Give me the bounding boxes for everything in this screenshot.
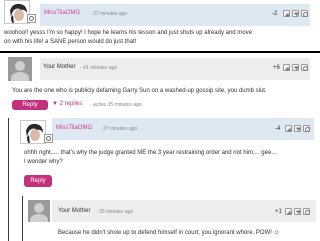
divider xyxy=(0,51,320,53)
comment-timestamp: · 41 minutes ago xyxy=(80,65,118,71)
flag-icon[interactable] xyxy=(301,64,308,71)
reply-button[interactable]: Reply xyxy=(24,175,52,187)
comment-score: -2 xyxy=(272,11,278,17)
reply-button[interactable]: Reply xyxy=(12,100,48,110)
comment-author[interactable]: Your Mother xyxy=(58,208,90,214)
thread-activity: · active 35 minutes ago xyxy=(90,102,142,108)
thread-line xyxy=(22,196,23,241)
comment-author[interactable]: MissTilaOMG xyxy=(44,10,80,16)
flag-icon[interactable] xyxy=(303,208,310,215)
comment-timestamp: · 35 minutes ago xyxy=(96,209,134,215)
comment-body: ohhh right..... that's why the judge gra… xyxy=(24,150,277,165)
comment-author[interactable]: MissTilaOMG xyxy=(56,125,92,131)
thumbs-up-icon[interactable] xyxy=(283,10,290,17)
replies-toggle-link[interactable]: ▼ 2 replies xyxy=(52,101,82,107)
avatar[interactable] xyxy=(8,57,32,81)
flag-icon[interactable] xyxy=(301,10,308,17)
thumbs-down-icon[interactable] xyxy=(294,208,301,215)
comment-body: Because he didn't show up to defend hims… xyxy=(58,230,280,236)
thumbs-up-icon[interactable] xyxy=(285,208,292,215)
comment-3-icon-badge xyxy=(44,134,53,143)
thumbs-down-icon[interactable] xyxy=(292,10,299,17)
comment-header xyxy=(40,4,310,26)
thread-line xyxy=(8,118,9,241)
thumbs-up-icon[interactable] xyxy=(283,64,290,71)
comment-author[interactable]: Your Mother xyxy=(43,64,75,70)
comment-body: You are the one who is publicly defaming… xyxy=(12,88,267,94)
comment-timestamp: · 37 minutes ago xyxy=(100,126,138,132)
thumbs-down-icon[interactable] xyxy=(294,125,301,132)
comment-1-icon-badge xyxy=(27,14,36,23)
comment-score: +6 xyxy=(273,65,280,71)
flag-icon[interactable] xyxy=(303,125,310,132)
comment-score: +1 xyxy=(275,209,282,215)
avatar[interactable] xyxy=(20,120,46,144)
comment-body: woohoo!! yesss I'm so happy! I hope he l… xyxy=(4,30,252,45)
comment-score: -4 xyxy=(275,126,281,132)
thumbs-up-icon[interactable] xyxy=(285,125,292,132)
thumbs-down-icon[interactable] xyxy=(292,64,299,71)
comment-timestamp: · 37 minutes ago xyxy=(90,11,128,17)
avatar[interactable] xyxy=(28,200,50,222)
